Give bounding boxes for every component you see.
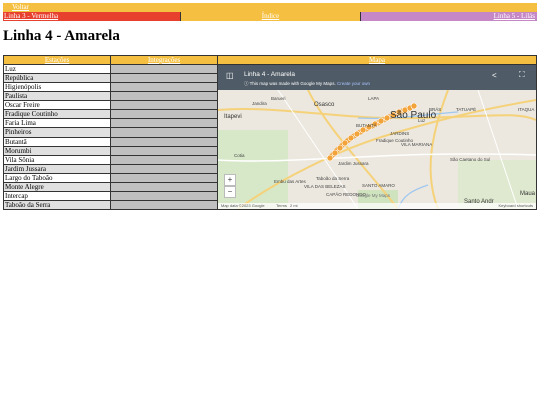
station-name: Fradique Coutinho (2, 109, 112, 120)
map-title: Linha 4 - Amarela (243, 71, 295, 78)
station-integrations (110, 91, 218, 102)
map-terms-link[interactable]: Terms (276, 203, 287, 209)
station-integrations (110, 82, 218, 93)
map-scale: 2 mi (289, 203, 298, 208)
next-line-cell: Linha 5 - Lilás (360, 12, 537, 21)
map-label-embu: Embu das Artes (273, 179, 306, 184)
station-integrations (110, 127, 218, 138)
map-label-butanta: BUTANTÃ (355, 123, 377, 128)
share-icon[interactable]: < (492, 72, 497, 80)
next-line-link[interactable]: Linha 5 - Lilás (494, 12, 535, 20)
map-label-sao-caetano: São Caetano do Sul (449, 157, 491, 162)
map-label-vila-das-belezas: VILA DAS BELEZAS (303, 184, 346, 189)
station-name: Intercap (2, 190, 112, 201)
map-label-cotia: Cotia (233, 153, 245, 158)
station-integrations (110, 73, 218, 84)
station-integrations (110, 109, 218, 120)
map-canvas[interactable]: São Paulo Osasco Itapevi Barueri Jandira… (218, 89, 536, 209)
map-header: ◫ Linha 4 - Amarela ⓘ This map was made … (218, 65, 536, 90)
station-name: Vila Sônia (2, 154, 112, 165)
map-label-taboao: Taboão da Serra (315, 176, 350, 181)
station-name: Taboão da Serra (2, 199, 112, 211)
station-name: Monte Alegre (2, 181, 112, 192)
station-integrations (110, 163, 218, 174)
map-label-barueri: Barueri (270, 96, 286, 101)
header-stations[interactable]: Estações (2, 55, 112, 65)
map-legend-icon[interactable]: ◫ (226, 72, 234, 80)
header-map[interactable]: Mapa (216, 55, 538, 65)
keyboard-shortcuts-link[interactable]: Keyboard shortcuts (499, 203, 533, 209)
station-integrations (110, 172, 218, 183)
map-label-jardim-jussara: Jardim Jussara (337, 161, 369, 166)
station-integrations (110, 118, 218, 129)
prev-line-cell: Linha 3 - Vermelha (3, 12, 180, 21)
index-cell: Índice (180, 12, 360, 21)
station-integrations (110, 100, 218, 111)
map-label-jandira: Jandira (251, 101, 267, 106)
top-nav-bar: Voltar (3, 3, 537, 12)
header-integrations[interactable]: Integrações (110, 55, 218, 65)
page-title: Linha 4 - Amarela (3, 28, 120, 44)
map-footer: Map data ©2023 Google Terms 2 mi Keyboar… (218, 203, 536, 209)
map-label-fradique: Fradique Coutinho (375, 138, 414, 143)
create-your-own-link[interactable]: Create your own (337, 81, 370, 86)
google-watermark: Google My Maps (355, 193, 390, 198)
station-name: Pinheiros (2, 127, 112, 138)
table-row: Luz São Paulo Osasco Itapevi Barueri Jan… (2, 63, 538, 210)
map-info: ⓘ This map was made with Google My Maps.… (244, 80, 370, 88)
station-integrations (110, 190, 218, 201)
station-integrations (110, 154, 218, 165)
map-label-lapa: LAPA (367, 96, 380, 101)
back-link[interactable]: Voltar (12, 3, 29, 12)
station-integrations (110, 199, 218, 211)
map-label-tatuape: TATUAPÉ (455, 107, 477, 112)
station-name: Largo do Taboão (2, 172, 112, 183)
prev-line-link[interactable]: Linha 3 - Vermelha (3, 12, 58, 20)
station-name: Morumbi (2, 145, 112, 156)
map-info-text: This map was made with Google My Maps. (249, 81, 336, 86)
map-label-santo-amaro: SANTO AMARO (361, 183, 395, 188)
map-label-bras: BRÁS (428, 107, 442, 112)
station-name: Oscar Freire (2, 100, 112, 111)
zoom-in-button[interactable]: + (223, 174, 236, 186)
station-integrations (110, 63, 218, 75)
embedded-map[interactable]: São Paulo Osasco Itapevi Barueri Jandira… (218, 65, 536, 209)
map-label-itaqua: ITAQUA (517, 107, 535, 112)
station-name: Paulista (2, 91, 112, 102)
station-name: Jardim Jussara (2, 163, 112, 174)
map-cell: São Paulo Osasco Itapevi Barueri Jandira… (216, 64, 538, 210)
station-integrations (110, 136, 218, 147)
station-integrations (110, 145, 218, 156)
map-label-maua: Maua (519, 191, 535, 197)
stations-table: Estações Integrações Mapa Luz São Paulo … (2, 55, 538, 211)
station-integrations (110, 181, 218, 192)
station-name: Higienópolis (2, 82, 112, 93)
zoom-out-button[interactable]: − (223, 186, 236, 198)
line-nav-bar: Linha 3 - Vermelha Índice Linha 5 - Lilá… (3, 12, 537, 21)
station-name: República (2, 73, 112, 84)
station-name: Faria Lima (2, 118, 112, 129)
map-label-itapevi: Itapevi (223, 114, 242, 120)
station-name: Luz (2, 63, 112, 75)
fullscreen-icon[interactable]: ⛶ (519, 71, 525, 79)
index-link[interactable]: Índice (262, 12, 280, 20)
map-label-luz: Luz (417, 118, 426, 123)
station-name: Butantã (2, 136, 112, 147)
map-label-osasco: Osasco (313, 102, 335, 108)
map-data-credit: Map data ©2023 Google (220, 203, 265, 208)
